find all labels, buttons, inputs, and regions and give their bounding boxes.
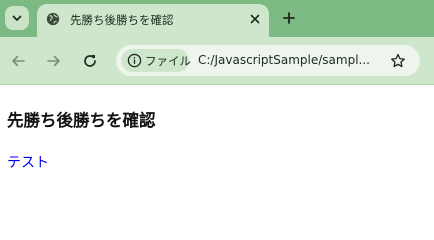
- globe-icon: [46, 12, 60, 26]
- plus-icon: [283, 12, 295, 24]
- tab-close-button[interactable]: [246, 10, 264, 28]
- forward-button[interactable]: [44, 51, 64, 71]
- back-arrow-icon: [12, 55, 25, 67]
- page-content: 先勝ち後勝ちを確認 テスト: [0, 85, 434, 219]
- forward-arrow-icon: [47, 55, 60, 67]
- tab-title: 先勝ち後勝ちを確認: [70, 13, 174, 27]
- tab-strip: 先勝ち後勝ちを確認: [0, 0, 434, 37]
- active-tab[interactable]: 先勝ち後勝ちを確認: [37, 4, 269, 37]
- address-bar[interactable]: ファイル C:/JavascriptSample/sampl...: [116, 45, 420, 76]
- toolbar: ファイル C:/JavascriptSample/sampl...: [0, 37, 434, 84]
- new-tab-button[interactable]: [279, 8, 299, 28]
- page-heading: 先勝ち後勝ちを確認: [7, 111, 156, 130]
- url-text[interactable]: C:/JavascriptSample/sampl...: [198, 53, 388, 67]
- reload-button[interactable]: [80, 51, 100, 71]
- star-icon: [391, 53, 405, 68]
- back-button[interactable]: [8, 51, 28, 71]
- reload-icon: [84, 55, 96, 67]
- close-icon: [250, 14, 260, 24]
- tab-search-button[interactable]: [5, 6, 29, 30]
- test-link[interactable]: テスト: [7, 152, 49, 172]
- info-icon: [127, 53, 142, 68]
- tab-search-icon: [12, 15, 22, 21]
- site-info-chip[interactable]: ファイル: [121, 49, 191, 72]
- bookmark-button[interactable]: [388, 51, 408, 71]
- site-info-label: ファイル: [145, 54, 191, 68]
